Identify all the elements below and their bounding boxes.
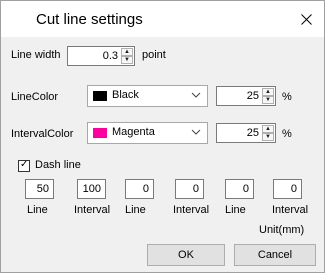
dash-line-checkbox[interactable]: ✓ — [18, 159, 30, 172]
interval-color-dropdown[interactable]: Magenta — [87, 122, 208, 144]
dash-line-label: Dash line — [35, 159, 81, 171]
line-color-value: Black — [112, 89, 139, 101]
dialog-title: Cut line settings — [36, 11, 143, 28]
dash-interval-2-input[interactable]: 0 — [175, 179, 204, 199]
dash-interval-3-label: Interval — [272, 204, 309, 216]
spin-up-icon[interactable]: ▲ — [262, 125, 274, 133]
line-width-unit: point — [142, 49, 166, 61]
dash-line-2-label: Line — [125, 204, 146, 216]
dash-line-1-input[interactable]: 50 — [25, 179, 54, 199]
interval-color-percent-spinner[interactable]: 25 ▲ ▼ — [216, 123, 276, 143]
line-color-swatch — [93, 91, 107, 101]
dash-interval-1-input[interactable]: 100 — [77, 179, 106, 199]
line-color-percent-unit: % — [282, 91, 292, 103]
dash-line-1-label: Line — [27, 204, 48, 216]
spin-up-icon[interactable]: ▲ — [121, 48, 133, 56]
line-width-spinner[interactable]: 0.3 ▲ ▼ — [67, 46, 135, 66]
ok-button-label: OK — [178, 249, 194, 261]
ok-button[interactable]: OK — [147, 244, 225, 266]
dash-interval-3-input[interactable]: 0 — [273, 179, 302, 199]
interval-color-label: IntervalColor — [11, 128, 74, 140]
dash-line-2-input[interactable]: 0 — [125, 179, 154, 199]
chevron-down-icon — [191, 92, 201, 98]
spin-up-icon[interactable]: ▲ — [262, 88, 274, 96]
cut-line-settings-dialog: Cut line settings Line width 0.3 ▲ ▼ poi… — [0, 0, 325, 273]
interval-color-percent-unit: % — [282, 128, 292, 140]
dash-line-3-label: Line — [225, 204, 246, 216]
spin-down-icon[interactable]: ▼ — [262, 96, 274, 104]
spin-down-icon[interactable]: ▼ — [121, 56, 133, 64]
spin-down-icon[interactable]: ▼ — [262, 133, 274, 141]
line-color-label: LineColor — [11, 91, 59, 103]
dash-interval-1-label: Interval — [74, 204, 111, 216]
close-icon — [300, 13, 312, 25]
dash-interval-2-label: Interval — [173, 204, 210, 216]
title-bar: Cut line settings — [1, 1, 324, 37]
close-button[interactable] — [288, 1, 324, 37]
line-width-value: 0.3 — [102, 50, 118, 62]
interval-color-percent-value: 25 — [246, 127, 259, 139]
interval-color-swatch — [93, 128, 107, 138]
chevron-down-icon — [191, 129, 201, 135]
cancel-button-label: Cancel — [257, 249, 293, 261]
line-color-percent-spinner[interactable]: 25 ▲ ▼ — [216, 86, 276, 106]
cancel-button[interactable]: Cancel — [234, 244, 316, 266]
line-color-percent-value: 25 — [246, 90, 259, 102]
line-color-dropdown[interactable]: Black — [87, 85, 208, 107]
unit-label: Unit(mm) — [259, 224, 305, 236]
dash-line-3-input[interactable]: 0 — [225, 179, 254, 199]
line-width-label: Line width — [11, 49, 61, 61]
interval-color-value: Magenta — [112, 126, 155, 138]
check-icon: ✓ — [20, 159, 29, 170]
